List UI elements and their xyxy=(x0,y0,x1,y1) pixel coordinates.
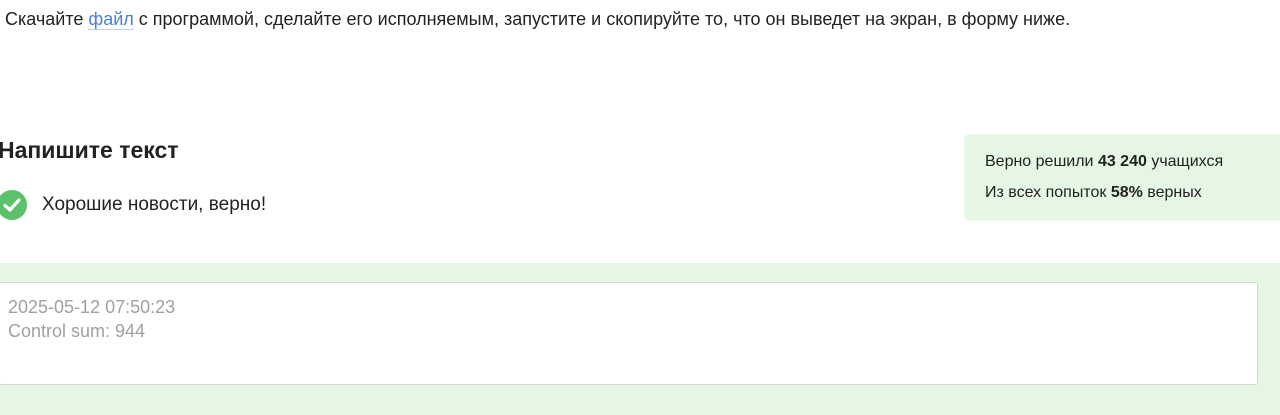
task-title: Напишите текст xyxy=(0,137,179,163)
instruction-text: Скачайте файл с программой, сделайте его… xyxy=(5,7,1070,31)
stats-solved-count: 43 240 xyxy=(1097,153,1147,170)
stats-percent-prefix: Из всех попыток xyxy=(985,184,1111,201)
step-page: Скачайте файл с программой, сделайте его… xyxy=(0,0,1280,415)
check-circle-icon xyxy=(0,190,27,220)
answer-area: 2025-05-12 07:50:23 Control sum: 944 xyxy=(0,263,1280,415)
stats-solved-suffix: учащихся xyxy=(1146,153,1224,170)
stats-percent-line: Из всех попыток 58% верных xyxy=(985,181,1280,212)
stats-correct-percent: 58% xyxy=(1110,184,1143,201)
feedback-text: Хорошие новости, верно! xyxy=(42,194,267,215)
instruction-after-link: с программой, сделайте его исполняемым, … xyxy=(133,9,1071,29)
stats-panel: Верно решили 43 240 учащихся Из всех поп… xyxy=(964,134,1280,221)
stats-percent-suffix: верных xyxy=(1142,184,1202,201)
feedback-message: Хорошие новости, верно! xyxy=(0,190,266,220)
instruction-before-link: Скачайте xyxy=(5,9,89,29)
answer-line-2: Control sum: 944 xyxy=(8,321,146,341)
stats-solved-prefix: Верно решили xyxy=(985,153,1098,170)
answer-line-1: 2025-05-12 07:50:23 xyxy=(8,297,176,317)
stats-solved-line: Верно решили 43 240 учащихся xyxy=(985,150,1280,181)
download-file-link[interactable]: файл xyxy=(88,9,134,30)
answer-textarea[interactable]: 2025-05-12 07:50:23 Control sum: 944 xyxy=(0,282,1258,385)
